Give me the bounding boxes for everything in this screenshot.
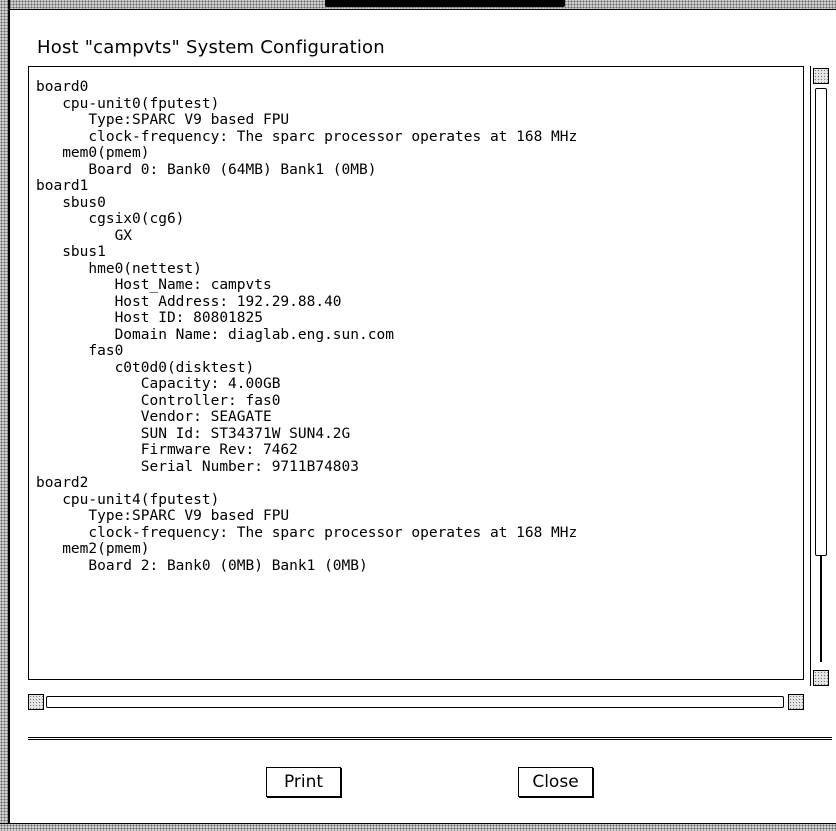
config-line: Capacity: 4.00GB xyxy=(36,376,281,392)
scroll-down-arrow-icon[interactable] xyxy=(813,670,829,686)
config-line: sbus1 xyxy=(36,244,106,260)
config-line: board1 xyxy=(36,178,89,194)
vertical-scroll-thumb[interactable] xyxy=(815,88,827,556)
config-line: Board 0: Bank0 (64MB) Bank1 (0MB) xyxy=(36,161,377,178)
vertical-scrollbar[interactable] xyxy=(810,66,830,686)
config-line: cpu-unit0(fputest) xyxy=(36,95,220,112)
vertical-scroll-track[interactable] xyxy=(820,556,822,662)
config-line: Host ID: 80801825 xyxy=(36,310,263,326)
config-line: mem2(pmem) xyxy=(36,541,150,557)
horizontal-scroll-thumb[interactable] xyxy=(46,696,784,708)
config-line: sbus0 xyxy=(36,194,106,211)
config-line: cpu-unit4(fputest) xyxy=(36,491,220,508)
config-line: Host_Name: campvts xyxy=(36,277,272,293)
config-line: board2 xyxy=(36,475,89,491)
config-line: Controller: fas0 xyxy=(36,392,281,409)
config-line: c0t0d0(disktest) xyxy=(36,359,255,376)
window-frame-bottom[interactable] xyxy=(0,823,836,831)
config-line: clock-frequency: The sparc processor ope… xyxy=(36,128,578,145)
config-line: cgsix0(cg6) xyxy=(36,211,185,227)
config-line: Serial Number: 9711B74803 xyxy=(36,458,360,475)
window-title-bar xyxy=(325,0,565,7)
config-line: Host Address: 192.29.88.40 xyxy=(36,293,342,310)
scroll-left-arrow-icon[interactable] xyxy=(28,694,44,710)
system-configuration-window: Host "campvts" System Configuration boar… xyxy=(0,0,836,831)
print-button[interactable]: Print xyxy=(266,767,341,797)
scroll-up-arrow-icon[interactable] xyxy=(813,68,829,84)
config-line: Type:SPARC V9 based FPU xyxy=(36,508,290,524)
configuration-text: board0 cpu-unit0(fputest) Type:SPARC V9 … xyxy=(29,67,803,574)
config-line: mem0(pmem) xyxy=(36,145,150,161)
scroll-right-arrow-icon[interactable] xyxy=(788,694,804,710)
config-line: Type:SPARC V9 based FPU xyxy=(36,112,290,128)
config-line: Board 2: Bank0 (0MB) Bank1 (0MB) xyxy=(36,557,368,574)
config-line: Domain Name: diaglab.eng.sun.com xyxy=(36,326,394,343)
config-line: SUN Id: ST34371W SUN4.2G xyxy=(36,425,351,442)
page-title: Host "campvts" System Configuration xyxy=(37,37,385,58)
config-line: board0 xyxy=(36,79,89,95)
config-line: Vendor: SEAGATE xyxy=(36,409,272,425)
config-line: GX xyxy=(36,227,133,244)
window-frame-left[interactable] xyxy=(0,0,10,831)
configuration-text-pane[interactable]: board0 cpu-unit0(fputest) Type:SPARC V9 … xyxy=(28,66,804,680)
horizontal-scrollbar[interactable] xyxy=(28,692,804,712)
close-button[interactable]: Close xyxy=(518,767,593,797)
config-line: fas0 xyxy=(36,343,124,359)
footer-divider xyxy=(28,737,832,740)
config-line: clock-frequency: The sparc processor ope… xyxy=(36,524,578,541)
config-line: hme0(nettest) xyxy=(36,260,202,277)
config-line: Firmware Rev: 7462 xyxy=(36,442,298,458)
